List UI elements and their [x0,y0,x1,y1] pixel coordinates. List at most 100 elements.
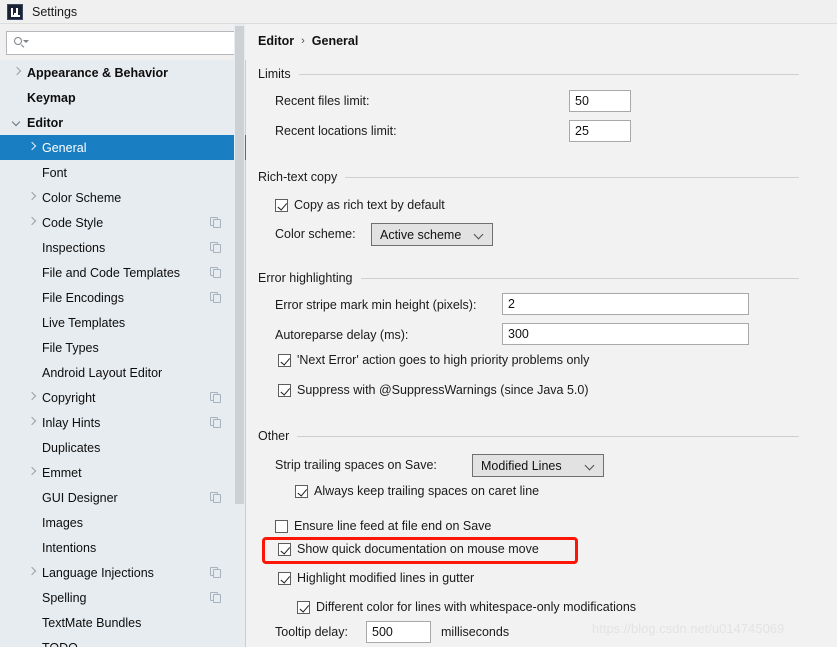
sidebar-item-inlay-hints[interactable]: Inlay Hints [0,410,246,435]
copy-settings-icon [210,567,222,579]
strip-trailing-spaces-dropdown[interactable]: Modified Lines [472,454,604,477]
sidebar-scrollbar[interactable] [234,24,245,611]
sidebar-item-copyright[interactable]: Copyright [0,385,246,410]
sidebar-item-intentions[interactable]: Intentions [0,535,246,560]
sidebar-item-label: TODO [42,641,78,647]
group-error-highlighting: Error highlighting [258,270,799,286]
sidebar-item-code-style[interactable]: Code Style [0,210,246,235]
chevron-right-icon[interactable] [27,217,38,228]
sidebar-item-label: Inspections [42,240,106,255]
watermark: https://blog.csdn.net/u014745069 [592,621,785,636]
sidebar-item-label: Android Layout Editor [42,365,163,380]
autoreparse-delay-input[interactable] [502,323,749,345]
next-error-checkbox[interactable] [278,353,291,367]
sidebar-scrollbar-thumb[interactable] [235,26,244,504]
search-box[interactable] [6,31,240,55]
sidebar-item-editor[interactable]: Editor [0,110,246,135]
highlight-modified-lines-checkbox[interactable] [278,571,291,585]
chevron-right-icon[interactable] [27,467,38,478]
settings-dialog: Settings Appearance & Behavior Keymap Edit… [0,0,837,647]
chevron-right-icon[interactable] [27,392,38,403]
autoreparse-delay-label: Autoreparse delay (ms): [275,328,409,342]
recent-files-limit-row: Recent files limit: [275,94,369,108]
sidebar-item-duplicates[interactable]: Duplicates [0,435,246,460]
sidebar-item-todo[interactable]: TODO [0,635,246,647]
sidebar-item-spelling[interactable]: Spelling [0,585,246,610]
sidebar-item-label: Live Templates [42,315,126,330]
recent-locations-limit-input[interactable] [569,120,631,142]
sidebar-item-inspections[interactable]: Inspections [0,235,246,260]
recent-files-limit-input[interactable] [569,90,631,112]
window-title: Settings [32,4,78,19]
group-other-title: Other [258,429,290,443]
group-other: Other [258,428,799,444]
copy-settings-icon [210,242,222,254]
intellij-idea-icon [7,3,23,20]
sidebar-item-android-layout-editor[interactable]: Android Layout Editor [0,360,246,385]
copy-settings-icon [210,392,222,404]
sidebar-item-label: Keymap [27,90,76,105]
copy-settings-icon [210,492,222,504]
always-keep-spaces-row[interactable]: Always keep trailing spaces on caret lin… [295,484,539,498]
sidebar-item-label: TextMate Bundles [42,615,142,630]
suppress-warnings-checkbox[interactable] [278,383,291,397]
ensure-line-feed-row[interactable]: Ensure line feed at file end on Save [275,519,491,533]
autoreparse-delay-row: Autoreparse delay (ms): [275,328,408,342]
copy-rich-text-row[interactable]: Copy as rich text by default [275,198,445,212]
sidebar-item-label: File Types [42,340,99,355]
sidebar-item-emmet[interactable]: Emmet [0,460,246,485]
suppress-warnings-row[interactable]: Suppress with @SuppressWarnings (since J… [278,383,589,397]
chevron-down-icon[interactable] [12,117,23,128]
sidebar-item-label: File and Code Templates [42,265,181,280]
chevron-right-icon[interactable] [12,67,23,78]
chevron-right-icon[interactable] [27,142,38,153]
tooltip-delay-row: Tooltip delay: [275,625,348,639]
search-input[interactable] [31,35,227,51]
copy-rich-text-checkbox[interactable] [275,198,288,212]
sidebar-item-color-scheme[interactable]: Color Scheme [0,185,246,210]
group-error-highlighting-title: Error highlighting [258,271,353,285]
sidebar-item-label: Color Scheme [42,190,122,205]
next-error-row[interactable]: 'Next Error' action goes to high priorit… [278,353,589,367]
chevron-right-icon[interactable] [27,567,38,578]
always-keep-spaces-label: Always keep trailing spaces on caret lin… [314,484,540,498]
sidebar-item-label: Emmet [42,465,82,480]
recent-locations-limit-row: Recent locations limit: [275,124,397,138]
color-scheme-dropdown[interactable]: Active scheme [371,223,493,246]
recent-files-limit-label: Recent files limit: [275,94,370,108]
chevron-right-icon[interactable] [27,192,38,203]
quick-doc-row[interactable]: Show quick documentation on mouse move [278,542,539,556]
chevron-down-icon [585,460,597,472]
sidebar-item-live-templates[interactable]: Live Templates [0,310,246,335]
sidebar-item-label: Copyright [42,390,96,405]
sidebar-item-label: Spelling [42,590,87,605]
quick-doc-checkbox[interactable] [278,542,291,556]
sidebar-item-general[interactable]: General [0,135,246,160]
color-scheme-label: Color scheme: [275,227,356,241]
settings-tree[interactable]: Appearance & Behavior Keymap Editor General… [0,60,246,647]
sidebar-item-keymap[interactable]: Keymap [0,85,246,110]
strip-trailing-spaces-value: Modified Lines [481,458,562,473]
sidebar-item-file-encodings[interactable]: File Encodings [0,285,246,310]
breadcrumb-parent[interactable]: Editor [258,34,294,48]
different-color-row[interactable]: Different color for lines with whitespac… [297,600,636,614]
window-title-bar: Settings [0,0,837,24]
chevron-right-icon[interactable] [27,417,38,428]
sidebar-item-images[interactable]: Images [0,510,246,535]
sidebar-item-file-and-code-templates[interactable]: File and Code Templates [0,260,246,285]
sidebar-item-textmate-bundles[interactable]: TextMate Bundles [0,610,246,635]
sidebar-item-language-injections[interactable]: Language Injections [0,560,246,585]
strip-trailing-spaces-row: Strip trailing spaces on Save: [275,458,437,472]
group-error-highlighting-header: Error highlighting [258,270,799,286]
sidebar-item-gui-designer[interactable]: GUI Designer [0,485,246,510]
ensure-line-feed-checkbox[interactable] [275,519,288,533]
different-color-checkbox[interactable] [297,600,310,614]
sidebar-item-font[interactable]: Font [0,160,246,185]
highlight-modified-lines-row[interactable]: Highlight modified lines in gutter [278,571,474,585]
sidebar-item-file-types[interactable]: File Types [0,335,246,360]
sidebar-item-appearance-behavior[interactable]: Appearance & Behavior [0,60,246,85]
strip-trailing-spaces-label: Strip trailing spaces on Save: [275,458,437,472]
error-stripe-input[interactable] [502,293,749,315]
always-keep-spaces-checkbox[interactable] [295,484,308,498]
tooltip-delay-input[interactable] [366,621,431,643]
